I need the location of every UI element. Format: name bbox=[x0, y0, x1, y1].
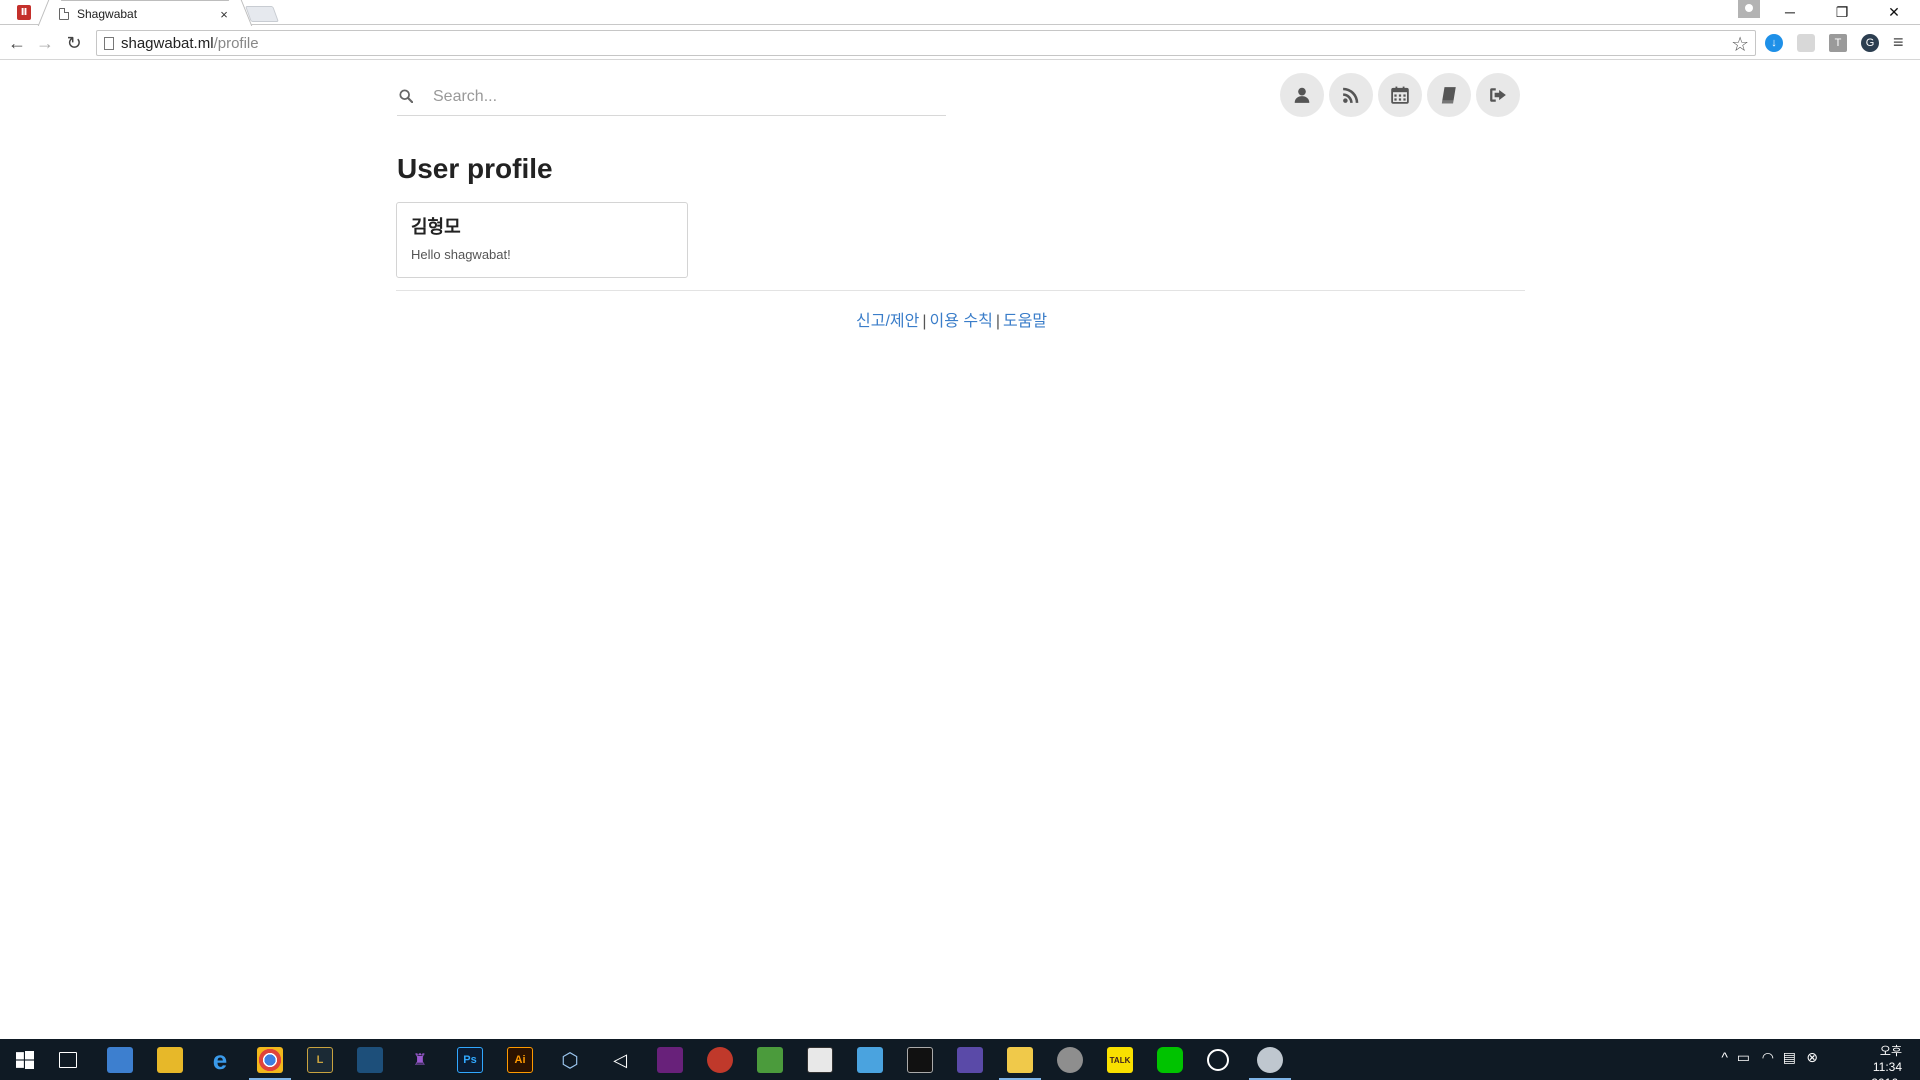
photoshop-icon[interactable]: Ps bbox=[457, 1047, 483, 1073]
task-view-icon[interactable] bbox=[59, 1052, 77, 1068]
terms-link[interactable]: 이용 수칙 bbox=[929, 313, 992, 330]
search-icon bbox=[399, 89, 413, 103]
edge-icon[interactable]: e bbox=[207, 1045, 233, 1075]
paint-icon[interactable] bbox=[857, 1047, 883, 1073]
calendar-icon bbox=[1391, 86, 1409, 104]
taskbar-clock[interactable]: 오후 11:34 2016-06-16 bbox=[1871, 1043, 1902, 1080]
browser-tab[interactable]: Shagwabat × bbox=[50, 0, 240, 25]
download-extension-icon[interactable]: ↓ bbox=[1765, 34, 1783, 52]
book-icon bbox=[1441, 87, 1456, 104]
browser-toolbar: ← → ↻ shagwabat.ml/profile ☆ ↓ T G ≡ bbox=[0, 26, 1920, 60]
reload-button[interactable]: ↻ bbox=[63, 32, 85, 54]
profile-avatar-icon[interactable] bbox=[1738, 0, 1760, 18]
windows-start-icon[interactable] bbox=[12, 1047, 38, 1073]
terminal-icon[interactable] bbox=[907, 1047, 933, 1073]
user-icon bbox=[1294, 87, 1310, 103]
windows-taskbar: e L ♜ Ps Ai ⬡ ◁ TALK ^ ▭ ◠ ▤ ⊗ 오후 11:34 … bbox=[0, 1039, 1920, 1080]
url-text[interactable]: shagwabat.ml/profile bbox=[121, 35, 259, 52]
t-extension-icon[interactable]: T bbox=[1829, 34, 1847, 52]
terraria-icon[interactable] bbox=[757, 1047, 783, 1073]
shield-extension-icon[interactable] bbox=[1797, 34, 1815, 52]
g-extension-icon[interactable]: G bbox=[1861, 34, 1879, 52]
profile-card: 김형모 Hello shagwabat! bbox=[396, 202, 688, 278]
app-favicon-icon: Ⅱ bbox=[17, 5, 31, 20]
bookmark-star-icon[interactable]: ☆ bbox=[1731, 32, 1749, 57]
illustrator-icon[interactable]: Ai bbox=[507, 1047, 533, 1073]
address-bar[interactable]: shagwabat.ml/profile ☆ bbox=[96, 30, 1756, 56]
help-link[interactable]: 도움말 bbox=[1003, 313, 1047, 330]
profile-button[interactable] bbox=[1280, 73, 1324, 117]
back-button[interactable]: ← bbox=[6, 32, 28, 54]
twitch-icon[interactable]: ♜ bbox=[407, 1047, 433, 1073]
notification-dismiss-icon[interactable]: ⊗ bbox=[1806, 1049, 1818, 1066]
unity-icon[interactable]: ◁ bbox=[607, 1047, 633, 1073]
calendar-button[interactable] bbox=[1378, 73, 1422, 117]
page-title: User profile bbox=[397, 153, 553, 184]
rss-icon bbox=[1343, 87, 1359, 103]
page-content: User profile 김형모 Hello shagwabat! 신고/제안|… bbox=[0, 61, 1920, 1039]
show-hidden-icons-icon[interactable]: ^ bbox=[1721, 1049, 1728, 1065]
visual-studio-icon[interactable] bbox=[657, 1047, 683, 1073]
feed-button[interactable] bbox=[1329, 73, 1373, 117]
chrome-icon[interactable] bbox=[249, 1047, 291, 1080]
clock-date: 2016-06-16 bbox=[1871, 1075, 1902, 1080]
line-icon[interactable] bbox=[1157, 1047, 1183, 1073]
search-input[interactable] bbox=[433, 83, 933, 111]
action-center-icon[interactable]: ▤ bbox=[1783, 1049, 1796, 1066]
search-bar bbox=[397, 79, 946, 116]
league-icon[interactable]: L bbox=[307, 1047, 333, 1073]
wifi-icon[interactable]: ◠ bbox=[1762, 1049, 1774, 1066]
logout-button[interactable] bbox=[1476, 73, 1520, 117]
sign-out-icon bbox=[1490, 88, 1506, 102]
browser-menu-icon[interactable]: ≡ bbox=[1893, 33, 1909, 51]
snipping-icon[interactable] bbox=[807, 1047, 833, 1073]
report-suggest-link[interactable]: 신고/제안 bbox=[856, 313, 919, 330]
kakaotalk-icon[interactable]: TALK bbox=[1107, 1047, 1133, 1073]
footer-separator: | bbox=[995, 313, 1000, 330]
forward-button[interactable]: → bbox=[34, 32, 56, 54]
profile-name: 김형모 bbox=[411, 217, 461, 237]
page-icon bbox=[59, 8, 69, 20]
vscode-like-icon[interactable] bbox=[357, 1047, 383, 1073]
footer-divider bbox=[396, 290, 1525, 291]
wrench-icon[interactable] bbox=[1057, 1047, 1083, 1073]
steam-like-icon[interactable] bbox=[707, 1047, 733, 1073]
clock-app-icon[interactable] bbox=[1207, 1049, 1229, 1071]
kakao-icon[interactable] bbox=[957, 1047, 983, 1073]
close-window-button[interactable]: ✕ bbox=[1868, 0, 1920, 25]
file-explorer-icon[interactable] bbox=[157, 1047, 183, 1073]
folder-icon[interactable] bbox=[999, 1047, 1041, 1080]
footer-links: 신고/제안 | 이용 수칙 | 도움말 bbox=[856, 307, 1047, 331]
new-tab-button[interactable] bbox=[245, 6, 279, 22]
footer-separator: | bbox=[922, 313, 927, 330]
clock-time: 오후 11:34 bbox=[1872, 1044, 1902, 1074]
profile-message: Hello shagwabat! bbox=[411, 247, 511, 262]
browser-tabstrip: Ⅱ Shagwabat × ─ ❐ ✕ bbox=[0, 0, 1920, 25]
store-icon[interactable] bbox=[107, 1047, 133, 1073]
tab-close-icon[interactable]: × bbox=[217, 7, 231, 22]
page-info-icon[interactable] bbox=[104, 37, 114, 50]
virtualbox-icon[interactable]: ⬡ bbox=[557, 1047, 583, 1073]
books-button[interactable] bbox=[1427, 73, 1471, 117]
paint-brush-icon[interactable] bbox=[1249, 1047, 1291, 1080]
restore-button[interactable]: ❐ bbox=[1816, 0, 1868, 25]
battery-icon[interactable]: ▭ bbox=[1737, 1049, 1750, 1066]
minimize-button[interactable]: ─ bbox=[1764, 0, 1816, 25]
tab-title: Shagwabat bbox=[77, 7, 138, 21]
